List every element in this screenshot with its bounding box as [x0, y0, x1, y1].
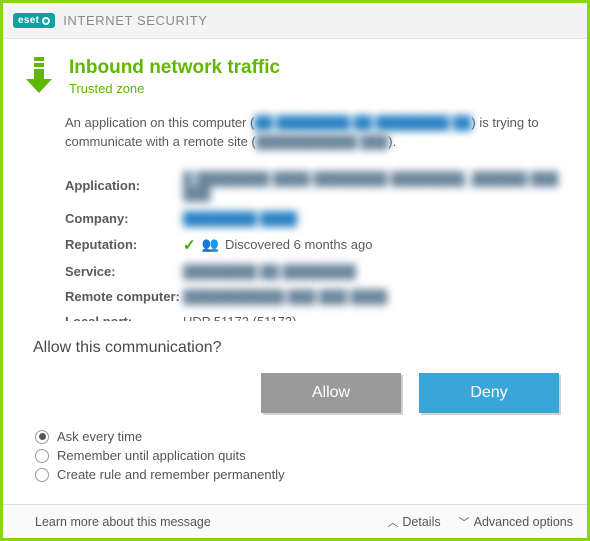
remote-label: Remote computer: [65, 284, 183, 309]
firewall-dialog: eset INTERNET SECURITY Inbound network t… [0, 0, 590, 541]
radio-label: Remember until application quits [57, 448, 246, 463]
reputation-label: Reputation: [65, 231, 183, 259]
deny-button[interactable]: Deny [419, 373, 559, 413]
dialog-header: Inbound network traffic Trusted zone [3, 39, 587, 108]
details-table: Application: █ ████████ ████ ████████ ██… [65, 166, 559, 321]
action-prompt: Allow this communication? [33, 339, 559, 357]
advanced-toggle[interactable]: ﹀ Advanced options [459, 514, 573, 530]
learn-more-link[interactable]: Learn more about this message [35, 515, 211, 529]
details-toggle[interactable]: ︿ Details [387, 514, 440, 530]
radio-create-rule[interactable]: Create rule and remember permanently [35, 467, 559, 482]
checkmark-icon: ✓ [183, 236, 196, 254]
radio-icon [35, 468, 49, 482]
dialog-title: Inbound network traffic [69, 57, 280, 79]
remote-value: ███████████ ███ ███ ████ [183, 289, 387, 304]
redacted-app: ██ ████████ ██ ████████ ██ [254, 115, 471, 130]
row-localport: Local port: UDP 51173 (51173) [65, 309, 559, 321]
radio-ask-every-time[interactable]: Ask every time [35, 429, 559, 444]
remember-options: Ask every time Remember until applicatio… [31, 429, 559, 494]
titlebar: eset INTERNET SECURITY [3, 3, 587, 39]
inbound-arrow-icon [25, 57, 53, 96]
application-label: Application: [65, 166, 183, 206]
dialog-body: An application on this computer (██ ████… [3, 108, 587, 321]
radio-icon [35, 449, 49, 463]
product-name: INTERNET SECURITY [63, 13, 207, 28]
row-service: Service: ████████ ██ ████████ [65, 259, 559, 284]
company-value: ████████ ████ [183, 211, 297, 226]
localport-value: UDP 51173 (51173) [183, 309, 559, 321]
reputation-value: Discovered 6 months ago [225, 237, 372, 252]
redacted-site: ███████████ ███ [256, 134, 389, 149]
allow-button[interactable]: Allow [261, 373, 401, 413]
action-area: Allow this communication? Allow Deny Ask… [3, 321, 587, 504]
radio-label: Create rule and remember permanently [57, 467, 285, 482]
row-remote: Remote computer: ███████████ ███ ███ ███… [65, 284, 559, 309]
service-value: ████████ ██ ████████ [183, 264, 356, 279]
application-value: █ ████████ ████ ████████ ████████_██████… [183, 171, 558, 201]
row-application: Application: █ ████████ ████ ████████ ██… [65, 166, 559, 206]
row-reputation: Reputation: ✓ 👥 Discovered 6 months ago [65, 231, 559, 259]
radio-remember-until-quit[interactable]: Remember until application quits [35, 448, 559, 463]
dialog-footer: Learn more about this message ︿ Details … [3, 504, 587, 538]
zone-label: Trusted zone [69, 81, 280, 96]
logo-dot-icon [42, 17, 50, 25]
description: An application on this computer (██ ████… [65, 114, 559, 152]
eset-logo: eset [13, 13, 55, 28]
chevron-down-icon: ﹀ [459, 514, 470, 530]
radio-label: Ask every time [57, 429, 142, 444]
community-icon: 👥 [202, 236, 219, 253]
radio-icon [35, 430, 49, 444]
chevron-up-icon: ︿ [387, 514, 398, 530]
brand-text: eset [18, 15, 39, 26]
company-label: Company: [65, 206, 183, 231]
localport-label: Local port: [65, 309, 183, 321]
service-label: Service: [65, 259, 183, 284]
header-text: Inbound network traffic Trusted zone [69, 57, 280, 96]
reputation-value-row: ✓ 👥 Discovered 6 months ago [183, 236, 559, 254]
button-row: Allow Deny [31, 373, 559, 413]
row-company: Company: ████████ ████ [65, 206, 559, 231]
